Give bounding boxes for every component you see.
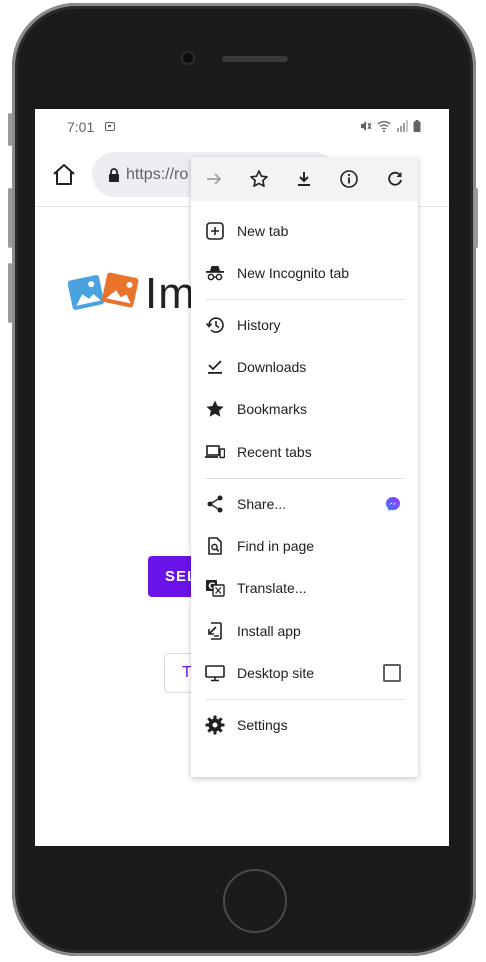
earpiece-speaker (222, 56, 288, 62)
home-button[interactable] (223, 869, 287, 933)
status-time: 7:01 (67, 119, 95, 135)
phone-screen: 7:01 https://ro Im SEL T New tab New Inc… (35, 109, 449, 846)
menu-item-new-incognito-tab[interactable]: New Incognito tab (191, 253, 418, 293)
site-logo-text: Im (145, 269, 196, 318)
menu-divider (205, 299, 404, 300)
menu-item-install-app[interactable]: Install app (191, 611, 418, 651)
share-icon (207, 495, 223, 513)
incognito-icon (206, 266, 224, 281)
browser-overflow-menu: New tab New Incognito tab History Downlo… (191, 157, 418, 777)
star-outline-icon[interactable] (249, 169, 269, 189)
volume-button (8, 113, 12, 146)
power-button (474, 188, 478, 248)
install-app-icon (208, 622, 222, 640)
menu-item-desktop-site[interactable]: Desktop site (191, 653, 418, 693)
menu-item-label: Install app (237, 623, 301, 639)
messenger-icon[interactable] (385, 496, 401, 512)
info-icon[interactable] (339, 169, 359, 189)
url-text: https://ro (126, 165, 189, 183)
menu-item-share[interactable]: Share... (191, 484, 418, 524)
lock-icon (109, 167, 119, 182)
volume-up-button (8, 188, 12, 248)
recent-tabs-icon (205, 445, 225, 459)
desktop-site-checkbox[interactable] (383, 664, 401, 682)
volume-down-button (8, 263, 12, 323)
menu-item-settings[interactable]: Settings (191, 705, 418, 745)
wifi-icon (377, 121, 391, 132)
site-logo-icon (68, 272, 139, 310)
new-tab-icon (206, 222, 224, 240)
menu-item-label: Desktop site (237, 665, 315, 681)
menu-item-label: Bookmarks (237, 401, 308, 417)
signal-icon (397, 120, 408, 132)
desktop-icon (205, 665, 225, 682)
battery-icon (413, 120, 421, 132)
mute-icon (361, 121, 372, 131)
menu-item-recent-tabs[interactable]: Recent tabs (191, 432, 418, 472)
bookmark-star-icon (206, 400, 224, 417)
menu-item-label: Downloads (237, 359, 307, 375)
notification-icon (105, 122, 115, 131)
menu-divider (205, 699, 404, 700)
translate-icon: G (206, 580, 225, 597)
menu-item-label: Recent tabs (237, 444, 312, 460)
menu-item-label: New Incognito tab (237, 265, 350, 281)
menu-icon-bar (191, 157, 418, 201)
menu-item-label: Translate... (237, 580, 307, 596)
menu-item-history[interactable]: History (191, 305, 418, 345)
menu-item-translate[interactable]: G Translate... (191, 568, 418, 608)
history-icon (205, 317, 224, 333)
menu-item-bookmarks[interactable]: Bookmarks (191, 389, 418, 429)
download-icon[interactable] (294, 169, 314, 189)
menu-item-label: New tab (237, 223, 289, 239)
menu-divider (205, 478, 404, 479)
menu-item-label: Share... (237, 496, 287, 512)
menu-item-find-in-page[interactable]: Find in page (191, 526, 418, 566)
forward-arrow-icon[interactable] (204, 169, 224, 189)
menu-item-downloads[interactable]: Downloads (191, 347, 418, 387)
menu-item-new-tab[interactable]: New tab (191, 211, 418, 251)
find-in-page-icon (208, 537, 222, 555)
menu-item-label: Settings (237, 717, 288, 733)
menu-item-label: History (237, 317, 281, 333)
menu-item-label: Find in page (237, 538, 315, 554)
home-icon[interactable] (51, 162, 77, 188)
front-camera (183, 53, 193, 63)
downloads-icon (208, 360, 222, 374)
refresh-icon[interactable] (385, 169, 405, 189)
gear-icon (205, 715, 225, 735)
status-icons (360, 119, 421, 133)
